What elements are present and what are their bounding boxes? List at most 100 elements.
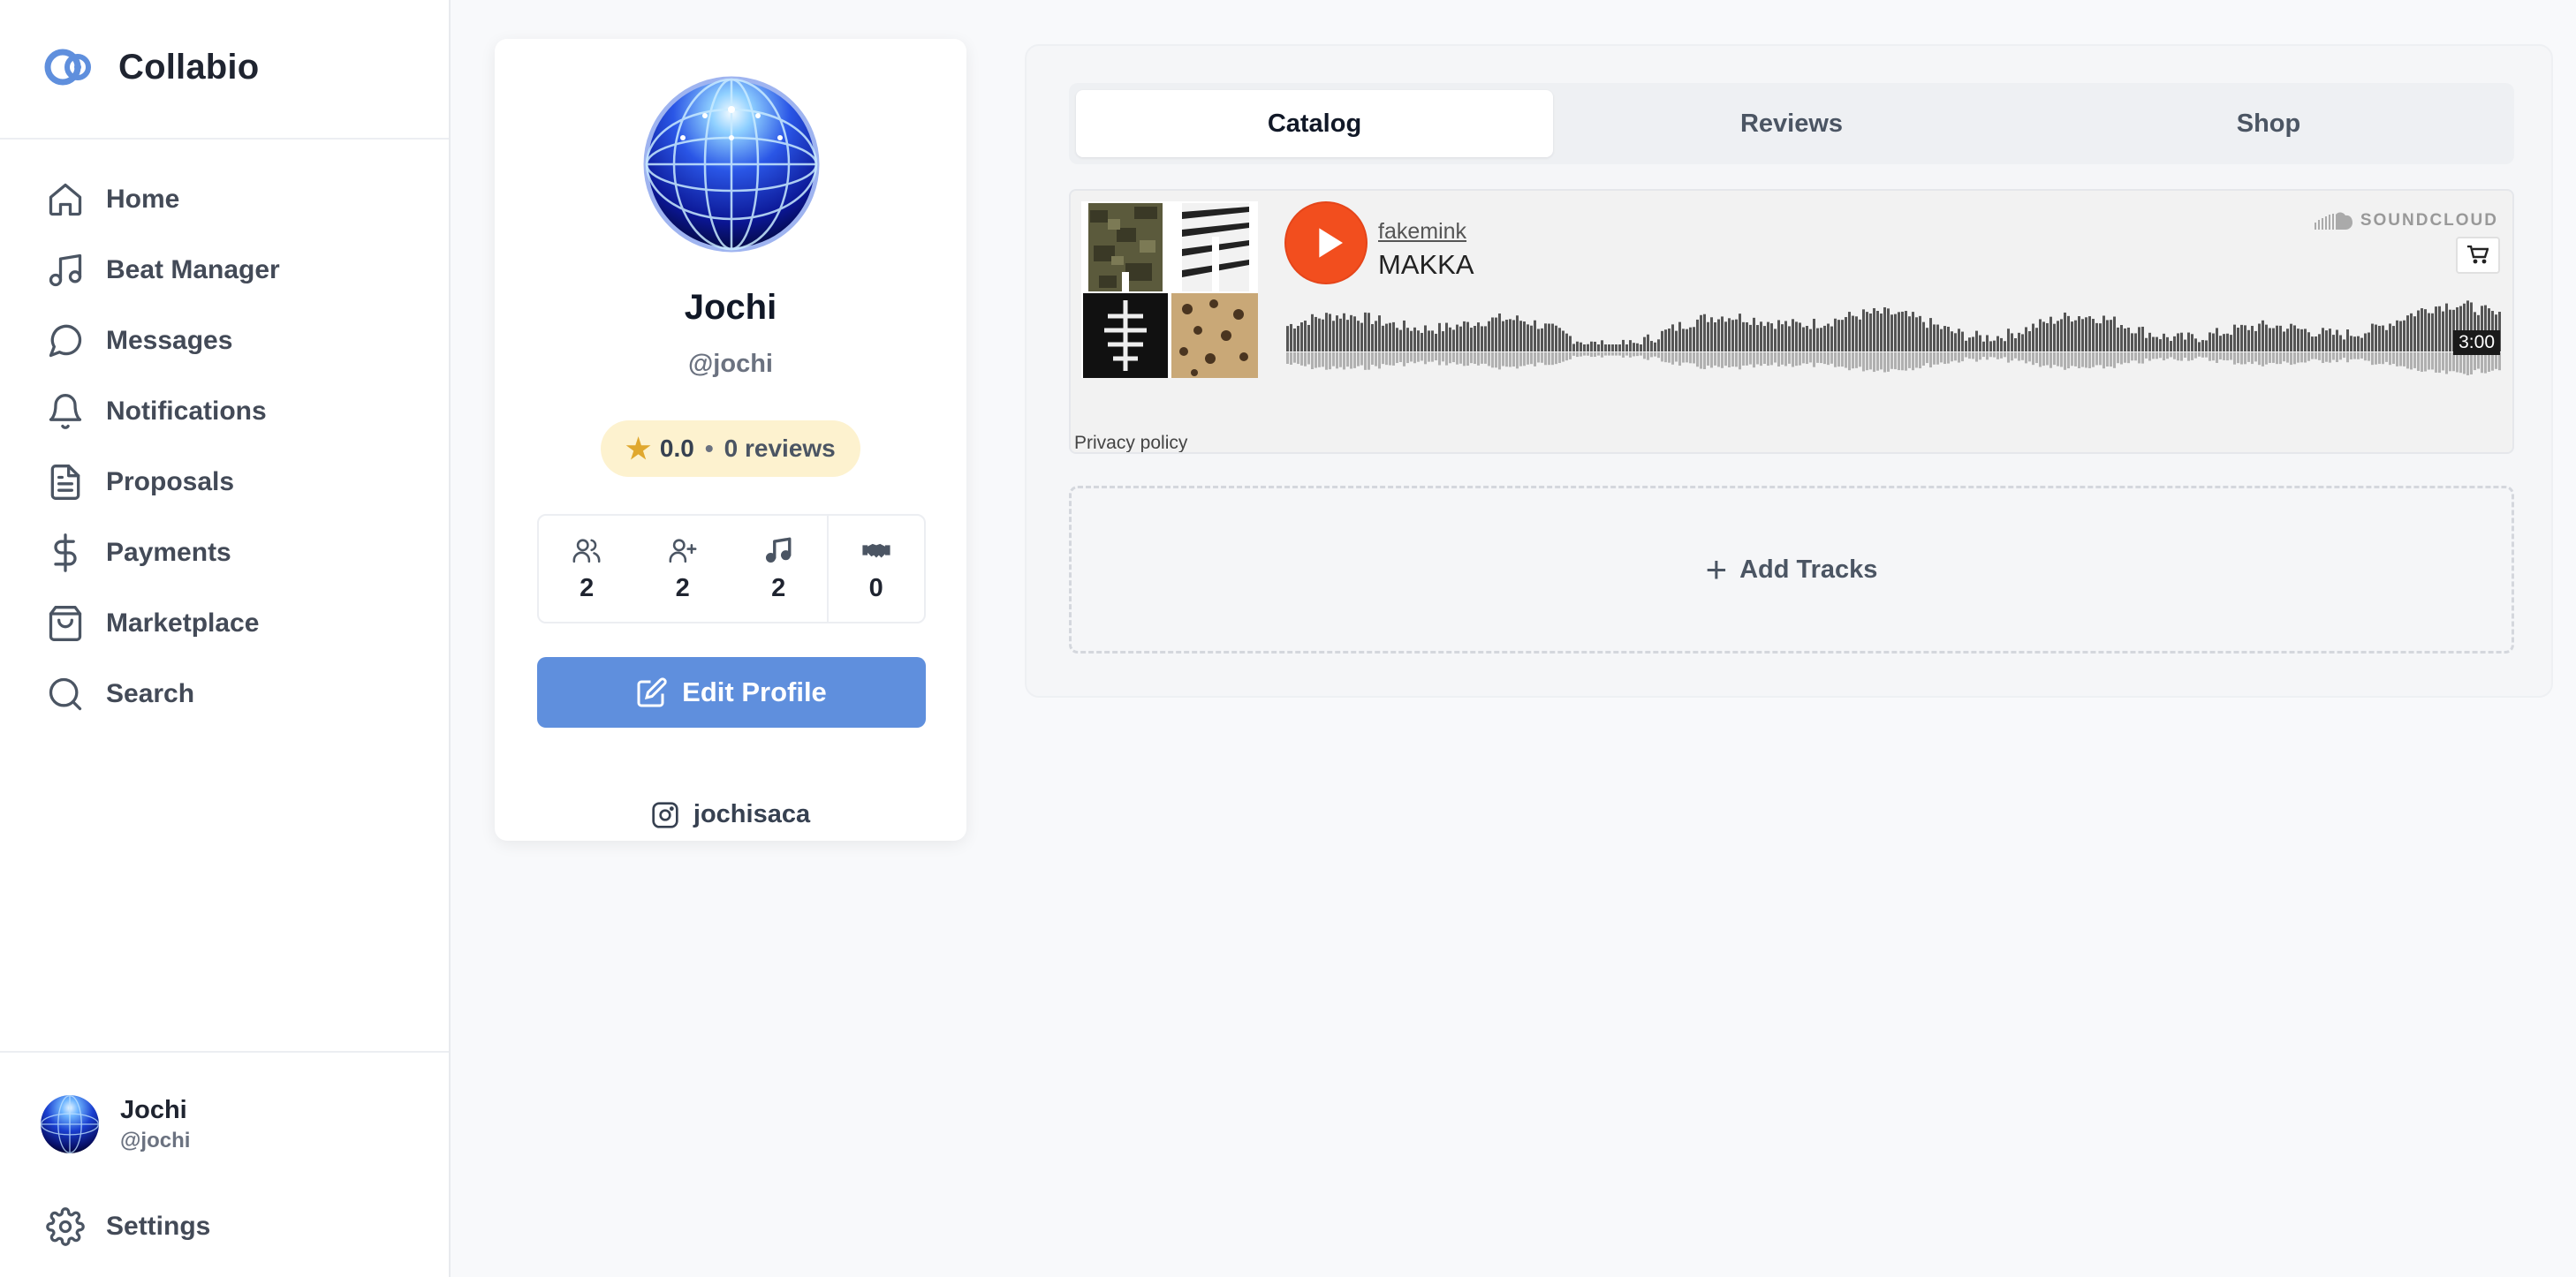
document-icon [46, 463, 85, 502]
sidebar-item-messages[interactable]: Messages [46, 306, 280, 376]
waveform-reflection [1647, 352, 1649, 360]
waveform-reflection [1484, 352, 1487, 364]
waveform-bar [2035, 328, 2038, 351]
sidebar-item-settings[interactable]: Settings [46, 1189, 210, 1265]
sidebar-item-beat-manager[interactable]: Beat Manager [46, 235, 280, 306]
stat-following[interactable]: 2 [635, 516, 731, 622]
handshake-icon [862, 543, 890, 557]
waveform-reflection [2297, 352, 2299, 363]
waveform-reflection [1668, 352, 1671, 363]
tab-shop[interactable]: Shop [2030, 90, 2507, 157]
waveform-reflection [2209, 352, 2211, 361]
add-tracks-button[interactable]: + Add Tracks [1069, 486, 2514, 654]
waveform-bar [2233, 324, 2236, 351]
track-artist-link[interactable]: fakemink [1378, 219, 1466, 245]
waveform-reflection [1739, 352, 1741, 370]
waveform-reflection [2074, 352, 2077, 366]
waveform-bar [1484, 326, 1487, 351]
waveform-bar [1442, 331, 1444, 351]
waveform-bar [1802, 327, 1805, 351]
tab-reviews[interactable]: Reviews [1553, 90, 2030, 157]
waveform-bar [1421, 332, 1423, 351]
tab-catalog[interactable]: Catalog [1076, 90, 1553, 157]
waveform-reflection [2403, 352, 2406, 366]
waveform-bar [1466, 321, 1469, 351]
waveform-bar [2304, 329, 2307, 351]
brand[interactable]: Collabio [44, 42, 259, 92]
waveform-bar [1537, 329, 1540, 351]
waveform-bar [1452, 329, 1455, 351]
waveform-bar [2138, 327, 2140, 351]
sidebar-item-notifications[interactable]: Notifications [46, 376, 280, 447]
waveform-reflection [1678, 352, 1681, 366]
waveform-reflection [1551, 352, 1554, 366]
waveform-reflection [2021, 352, 2024, 360]
play-button[interactable] [1286, 203, 1366, 283]
user-card[interactable]: Jochi @jochi [41, 1095, 190, 1153]
waveform-bar [2283, 331, 2285, 351]
waveform-bar [1569, 336, 1572, 351]
waveform-reflection [1894, 352, 1897, 370]
soundcloud-logo[interactable]: SOUNDCLOUD [2313, 210, 2498, 231]
waveform-reflection [2216, 352, 2218, 363]
waveform-bar [2092, 319, 2095, 351]
rating-value: 0.0 [659, 434, 694, 462]
waveform-bar [1905, 311, 1907, 351]
waveform-bar [1795, 321, 1798, 351]
waveform-bar [1502, 321, 1504, 351]
waveform-reflection [2375, 352, 2377, 365]
sidebar-item-search[interactable]: Search [46, 659, 280, 729]
search-icon [46, 675, 85, 714]
waveform-reflection [2300, 352, 2303, 363]
waveform-reflection [1580, 352, 1582, 357]
waveform-bar [1700, 314, 1702, 351]
waveform-reflection [2269, 352, 2271, 363]
waveform-bar [2081, 319, 2084, 351]
waveform-bar [1403, 320, 1405, 351]
stat-followers[interactable]: 2 [539, 516, 635, 622]
stat-collaborations[interactable]: 0 [826, 516, 925, 622]
waveform-bar [1763, 326, 1766, 351]
sidebar-item-home[interactable]: Home [46, 164, 280, 235]
waveform-reflection [2378, 352, 2381, 365]
instagram-link[interactable]: jochisaca [495, 800, 966, 829]
sidebar-item-marketplace[interactable]: Marketplace [46, 588, 280, 659]
waveform-bar [2286, 329, 2289, 351]
waveform-bar [2085, 317, 2087, 351]
music-note-icon [766, 537, 792, 563]
sidebar-item-label: Marketplace [106, 608, 260, 638]
waveform[interactable] [1286, 297, 2502, 394]
waveform-reflection [2191, 352, 2193, 360]
sidebar-item-proposals[interactable]: Proposals [46, 447, 280, 518]
waveform-reflection [1700, 352, 1702, 369]
waveform-reflection [1859, 352, 1861, 367]
waveform-bar [2131, 333, 2133, 351]
waveform-bar [1792, 319, 1794, 351]
waveform-reflection [1350, 352, 1352, 369]
soundcloud-label: SOUNDCLOUD [2360, 211, 2498, 230]
waveform-bar [2428, 313, 2430, 351]
waveform-reflection [1982, 352, 1985, 358]
waveform-bar [1894, 314, 1897, 351]
buy-button[interactable] [2456, 237, 2500, 274]
privacy-policy-link[interactable]: Privacy policy [1074, 433, 1187, 452]
waveform-bar [1615, 344, 1618, 351]
waveform-bar [1498, 313, 1501, 351]
waveform-reflection [1792, 352, 1794, 367]
sidebar-item-payments[interactable]: Payments [46, 518, 280, 588]
waveform-reflection [2421, 352, 2423, 373]
sidebar-nav: Home Beat Manager Messages Notifications… [46, 164, 280, 729]
edit-profile-button[interactable]: Edit Profile [537, 657, 926, 728]
waveform-bar [1827, 323, 1830, 351]
waveform-bar [2209, 332, 2211, 351]
waveform-reflection [1512, 352, 1515, 367]
waveform-bar [1721, 316, 1724, 351]
waveform-reflection [1823, 352, 1826, 365]
track-title[interactable]: MAKKA [1378, 249, 1474, 281]
stat-tracks[interactable]: 2 [731, 516, 827, 622]
waveform-reflection [2028, 352, 2031, 362]
waveform-bar [1643, 336, 1646, 351]
track-artwork[interactable] [1081, 201, 1258, 378]
waveform-bar [2212, 333, 2215, 351]
waveform-bar [2389, 323, 2391, 351]
